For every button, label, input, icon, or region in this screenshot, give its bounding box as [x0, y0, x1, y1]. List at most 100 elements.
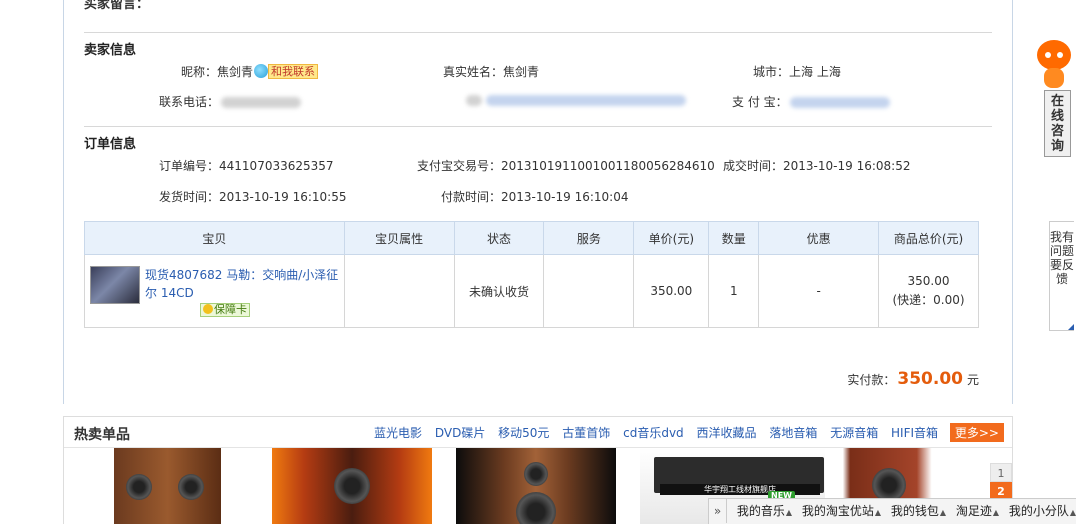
mascot-head [1037, 40, 1071, 70]
redacted-label [466, 95, 482, 106]
col-price: 单价(元) [633, 221, 710, 255]
hot-link[interactable]: cd音乐dvd [623, 426, 684, 440]
online-consult-label[interactable]: 在线咨询 [1044, 90, 1071, 157]
deal-time-value: 2013-10-19 16:08:52 [783, 159, 911, 173]
hot-items-title: 热卖单品 [74, 427, 130, 443]
realname-label: 真实姓名： [443, 65, 504, 79]
caret-down-icon: ▲ [939, 508, 946, 517]
alipay-no-label: 支付宝交易号： [417, 159, 502, 173]
paid-amount: 实付款： 350.00 元 [847, 369, 979, 389]
item-discount: - [758, 254, 880, 328]
pay-time: 付款时间：2013-10-19 16:10:04 [441, 188, 628, 205]
bottom-toolbar: » 我的音乐▲ 我的淘宝优站▲ 我的钱包▲ 淘足迹▲ 我的小分队▲ [708, 498, 1076, 524]
nick-label: 昵称： [181, 65, 218, 79]
alipay-no-value: 2013101911001001180056284610 [501, 159, 715, 173]
table-row: 现货4807682 马勒：交响曲/小泽征尔 14CD 保障卡 未确认收货 350… [84, 254, 979, 328]
hot-link[interactable]: HIFI音箱 [891, 426, 938, 440]
alipay-label: 支 付 宝： [732, 95, 788, 109]
order-info-title: 订单信息 [84, 137, 137, 152]
feedback-label: 我有问题要反馈 [1050, 230, 1075, 286]
caret-down-icon: ▲ [992, 508, 999, 517]
toolbar-item-label: 我的钱包 [890, 504, 939, 518]
paid-unit: 元 [966, 373, 979, 387]
ship-time: 发货时间：2013-10-19 16:10:55 [159, 188, 346, 205]
col-service: 服务 [543, 221, 635, 255]
toolbar-item-music[interactable]: 我的音乐▲ [737, 499, 792, 524]
seller-realname: 真实姓名：焦剑青 [443, 63, 539, 80]
wangwang-icon[interactable] [254, 64, 269, 78]
product-image[interactable] [456, 448, 616, 524]
guarantee-card-badge[interactable]: 保障卡 [200, 302, 250, 317]
phone-label: 联系电话： [159, 95, 220, 109]
seller-alipay: 支 付 宝： [732, 93, 890, 110]
hot-link[interactable]: 西洋收藏品 [697, 426, 757, 440]
carousel-pager: 1 2 [990, 463, 1012, 501]
table-header-row: 宝贝 宝贝属性 状态 服务 单价(元) 数量 优惠 商品总价(元) [84, 221, 979, 255]
col-total: 商品总价(元) [878, 221, 979, 255]
speaker-driver [872, 468, 906, 502]
item-total: 350.00 [907, 274, 950, 288]
order-no-label: 订单编号： [159, 159, 220, 173]
page-button[interactable]: 1 [990, 463, 1012, 482]
item-cell: 现货4807682 马勒：交响曲/小泽征尔 14CD 保障卡 [84, 254, 345, 328]
corner-marker [1068, 324, 1074, 330]
contact-me-button[interactable]: 和我联系 [268, 64, 319, 79]
feedback-tab[interactable]: 我有问题要反馈 [1049, 221, 1074, 331]
alipay-redacted [789, 97, 890, 108]
alipay-trade-no: 支付宝交易号：2013101911001001180056284610 [417, 157, 715, 174]
product-image[interactable] [272, 448, 432, 524]
pay-time-label: 付款时间： [441, 190, 502, 204]
order-detail-panel: 买家留言： 卖家信息 昵称：焦剑青 和我联系 真实姓名：焦剑青 城市：上海 上海 … [63, 0, 1013, 404]
hot-items-header: 热卖单品 蓝光电影 DVD碟片 移动50元 古董首饰 cd音乐dvd 西洋收藏品… [64, 417, 1012, 448]
paid-label: 实付款： [847, 373, 896, 387]
pay-time-value: 2013-10-19 16:10:04 [501, 190, 629, 204]
hot-link[interactable]: 蓝光电影 [374, 426, 422, 440]
toolbar-item-label: 我的小分队 [1008, 504, 1069, 518]
product-image[interactable] [114, 448, 221, 524]
toolbar-item-team[interactable]: 我的小分队▲ [1009, 499, 1076, 524]
toolbar-item-label: 我的音乐 [736, 504, 785, 518]
collapse-toggle-icon[interactable]: » [709, 499, 727, 523]
ship-time-value: 2013-10-19 16:10:55 [219, 190, 347, 204]
city-label: 城市： [753, 65, 790, 79]
speaker-driver [334, 468, 370, 504]
divider [84, 32, 992, 33]
caret-down-icon: ▲ [785, 508, 792, 517]
redacted-value [486, 95, 686, 106]
mascot-eye [1045, 52, 1051, 58]
city-value: 上海 上海 [789, 65, 841, 79]
hot-link[interactable]: 无源音箱 [830, 426, 878, 440]
col-status: 状态 [453, 221, 545, 255]
order-items-table: 宝贝 宝贝属性 状态 服务 单价(元) 数量 优惠 商品总价(元) 现货4807… [84, 221, 979, 328]
online-consult-widget[interactable]: 在线咨询 [1030, 38, 1074, 160]
item-qty: 1 [708, 254, 760, 328]
col-attr: 宝贝属性 [343, 221, 455, 255]
nick-value: 焦剑青 [217, 65, 254, 79]
toolbar-item-wallet[interactable]: 我的钱包▲ [891, 499, 946, 524]
item-thumbnail[interactable] [90, 265, 140, 304]
phone-redacted [221, 97, 302, 108]
toolbar-item-youzhan[interactable]: 我的淘宝优站▲ [802, 499, 881, 524]
caret-down-icon: ▲ [874, 508, 881, 517]
speaker-driver [524, 462, 548, 486]
item-title-link[interactable]: 现货4807682 马勒：交响曲/小泽征尔 14CD [145, 266, 344, 302]
col-item: 宝贝 [84, 221, 345, 255]
toolbar-item-label: 我的淘宝优站 [801, 504, 874, 518]
seller-extra [466, 93, 686, 107]
hot-link[interactable]: 落地音箱 [769, 426, 817, 440]
toolbar-item-footprint[interactable]: 淘足迹▲ [956, 499, 999, 524]
col-discount: 优惠 [758, 221, 880, 255]
mascot-body [1044, 68, 1064, 88]
seller-nick: 昵称：焦剑青 和我联系 [181, 63, 319, 80]
hot-link[interactable]: 移动50元 [498, 426, 549, 440]
divider [84, 126, 992, 127]
realname-value: 焦剑青 [503, 65, 540, 79]
seller-info-title: 卖家信息 [84, 43, 137, 58]
hot-link[interactable]: DVD碟片 [435, 426, 485, 440]
deal-time: 成交时间：2013-10-19 16:08:52 [723, 157, 910, 174]
promo-caption: 华宇翔工线材旗舰店 [660, 484, 820, 495]
item-price: 350.00 [633, 254, 710, 328]
hot-link[interactable]: 古董首饰 [562, 426, 610, 440]
more-button[interactable]: 更多>> [949, 423, 1004, 442]
caret-down-icon: ▲ [1069, 508, 1076, 517]
